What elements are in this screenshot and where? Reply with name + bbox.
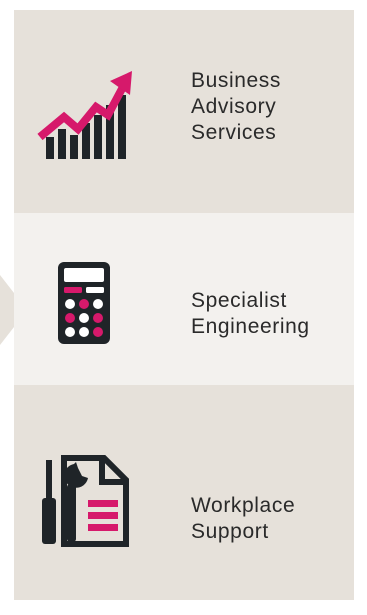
edge-decoration [0,275,14,345]
label-line: Advisory [191,95,277,118]
service-label: Specialist Engineering [191,288,351,340]
label-line: Support [191,520,269,543]
service-card-business-advisory[interactable]: Business Advisory Services [14,10,354,213]
service-card-specialist-engineering[interactable]: Specialist Engineering [14,213,354,385]
service-label: Workplace Support [191,493,351,545]
label-line: Specialist [191,289,287,312]
service-label: Business Advisory Services [191,68,351,146]
growth-chart-icon [14,62,154,172]
calculator-icon [14,253,154,353]
tools-document-icon [14,445,154,555]
label-line: Business [191,69,282,92]
label-line: Workplace [191,494,296,517]
services-page: Business Advisory Services Specialist En… [0,0,367,615]
label-line: Services [191,121,277,144]
label-line: Engineering [191,315,310,338]
service-card-workplace-support[interactable]: Workplace Support [14,385,354,600]
